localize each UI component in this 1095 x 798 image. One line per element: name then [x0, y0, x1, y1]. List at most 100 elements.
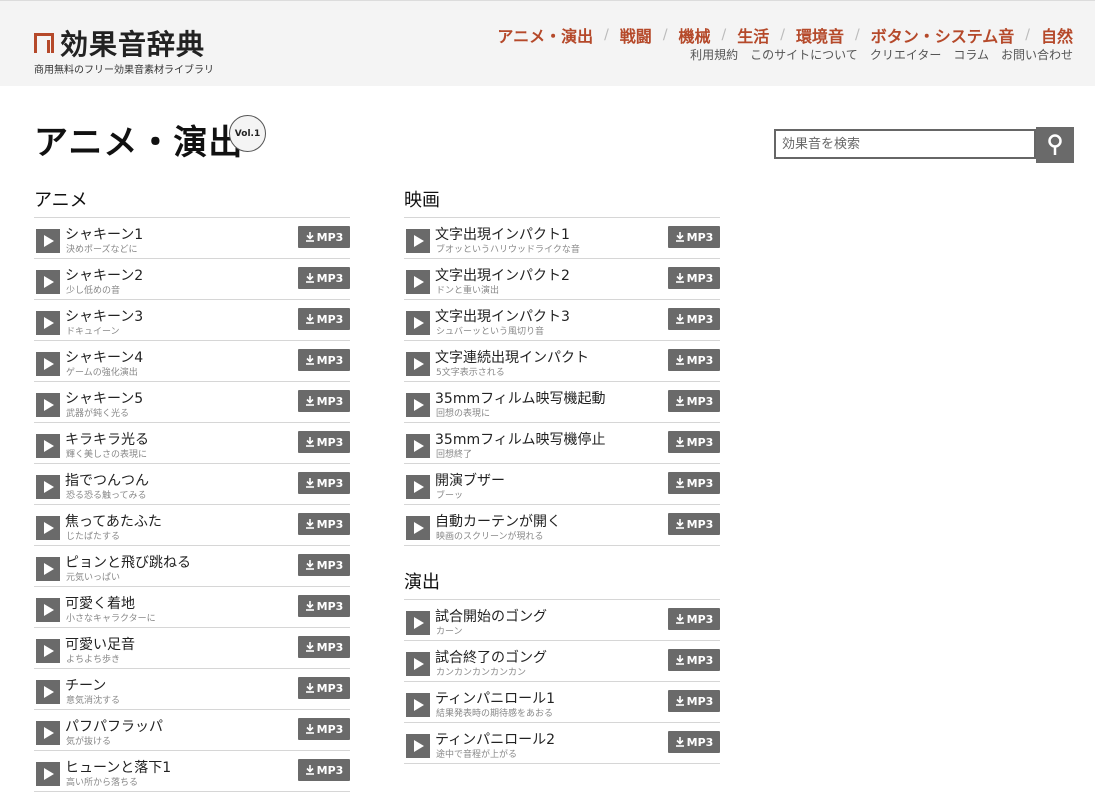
nav-main-item-0[interactable]: アニメ・演出 [497, 23, 593, 47]
sound-name[interactable]: ティンパニロール1 [435, 688, 555, 708]
play-icon[interactable] [406, 611, 430, 635]
download-mp3-button[interactable]: MP3 [298, 513, 350, 535]
sound-name[interactable]: 試合開始のゴング [435, 606, 547, 626]
nav-main-item-6[interactable]: 自然 [1041, 23, 1073, 47]
download-mp3-button[interactable]: MP3 [668, 349, 720, 371]
play-icon[interactable] [406, 693, 430, 717]
download-mp3-button[interactable]: MP3 [668, 226, 720, 248]
nav-sub-item-2[interactable]: クリエイター [870, 46, 942, 63]
download-mp3-button[interactable]: MP3 [668, 267, 720, 289]
sound-name[interactable]: シャキーン3 [65, 306, 143, 326]
play-icon[interactable] [406, 311, 430, 335]
sound-name[interactable]: チーン [65, 675, 106, 695]
play-icon[interactable] [36, 393, 60, 417]
sound-name[interactable]: 試合終了のゴング [435, 647, 547, 667]
play-icon[interactable] [36, 762, 60, 786]
download-mp3-button[interactable]: MP3 [668, 431, 720, 453]
download-icon [305, 314, 314, 324]
download-mp3-button[interactable]: MP3 [298, 267, 350, 289]
download-mp3-button[interactable]: MP3 [668, 731, 720, 753]
sound-name[interactable]: シャキーン2 [65, 265, 143, 285]
play-icon[interactable] [406, 652, 430, 676]
nav-sub-item-3[interactable]: コラム [953, 46, 989, 63]
sound-name[interactable]: 可愛い足音 [65, 634, 135, 654]
download-mp3-button[interactable]: MP3 [668, 608, 720, 630]
download-mp3-button[interactable]: MP3 [668, 690, 720, 712]
sound-name[interactable]: シャキーン4 [65, 347, 143, 367]
search-input[interactable] [774, 129, 1036, 159]
sound-name[interactable]: ティンパニロール2 [435, 729, 555, 749]
nav-main-item-2[interactable]: 機械 [679, 23, 711, 47]
download-mp3-button[interactable]: MP3 [668, 472, 720, 494]
sound-name[interactable]: 開演ブザー [435, 470, 505, 490]
download-mp3-button[interactable]: MP3 [668, 390, 720, 412]
download-mp3-button[interactable]: MP3 [298, 677, 350, 699]
search-button[interactable] [1036, 127, 1074, 163]
play-icon[interactable] [36, 598, 60, 622]
nav-main-item-5[interactable]: ボタン・システム音 [871, 23, 1015, 47]
site-logo[interactable]: 効果音辞典 [34, 23, 205, 63]
nav-main-item-3[interactable]: 生活 [737, 23, 769, 47]
download-mp3-button[interactable]: MP3 [298, 226, 350, 248]
sound-name[interactable]: 指でつんつん [65, 470, 149, 490]
play-icon[interactable] [36, 311, 60, 335]
download-label: MP3 [316, 353, 344, 367]
play-icon[interactable] [36, 475, 60, 499]
play-icon[interactable] [406, 434, 430, 458]
download-mp3-button[interactable]: MP3 [298, 472, 350, 494]
play-icon[interactable] [36, 352, 60, 376]
play-icon[interactable] [36, 680, 60, 704]
play-icon[interactable] [36, 639, 60, 663]
sound-name[interactable]: キラキラ光る [65, 429, 149, 449]
sound-name[interactable]: シャキーン1 [65, 224, 143, 244]
nav-sub-item-1[interactable]: このサイトについて [750, 46, 858, 63]
sound-item: キラキラ光る 輝く美しさの表現に MP3 [34, 423, 350, 464]
play-icon[interactable] [406, 229, 430, 253]
download-mp3-button[interactable]: MP3 [298, 595, 350, 617]
play-icon[interactable] [406, 475, 430, 499]
sound-name[interactable]: 35mmフィルム映写機起動 [435, 388, 606, 408]
nav-sub-item-4[interactable]: お問い合わせ [1001, 46, 1073, 63]
sound-name[interactable]: 自動カーテンが開く [435, 511, 561, 531]
play-icon[interactable] [36, 229, 60, 253]
sound-name[interactable]: ヒューンと落下1 [65, 757, 171, 777]
play-icon[interactable] [36, 516, 60, 540]
download-mp3-button[interactable]: MP3 [668, 513, 720, 535]
sound-name[interactable]: 文字連続出現インパクト [435, 347, 589, 367]
play-icon[interactable] [406, 516, 430, 540]
download-mp3-button[interactable]: MP3 [298, 554, 350, 576]
play-icon[interactable] [36, 434, 60, 458]
left-column: アニメ シャキーン1 決めポーズなどに MP3 シャキーン2 少し低めの音 MP3 シャキーン… [34, 186, 350, 792]
sound-name[interactable]: 可愛く着地 [65, 593, 135, 613]
sound-name[interactable]: 35mmフィルム映写機停止 [435, 429, 606, 449]
sound-name[interactable]: 文字出現インパクト1 [435, 224, 570, 244]
sound-name[interactable]: パフパフラッパ [65, 716, 163, 736]
sound-name[interactable]: ピョンと飛び跳ねる [65, 552, 191, 572]
download-mp3-button[interactable]: MP3 [668, 649, 720, 671]
play-icon[interactable] [36, 270, 60, 294]
sound-name[interactable]: 文字出現インパクト3 [435, 306, 570, 326]
download-icon [305, 560, 314, 570]
download-mp3-button[interactable]: MP3 [298, 718, 350, 740]
download-mp3-button[interactable]: MP3 [298, 636, 350, 658]
play-icon[interactable] [406, 393, 430, 417]
play-icon[interactable] [36, 557, 60, 581]
download-label: MP3 [686, 435, 714, 449]
download-mp3-button[interactable]: MP3 [298, 349, 350, 371]
sound-description: 恐る恐る触ってみる [66, 491, 147, 501]
sound-name[interactable]: 文字出現インパクト2 [435, 265, 570, 285]
download-mp3-button[interactable]: MP3 [298, 759, 350, 781]
nav-main-item-4[interactable]: 環境音 [796, 23, 844, 47]
download-mp3-button[interactable]: MP3 [298, 390, 350, 412]
play-icon[interactable] [406, 734, 430, 758]
sound-name[interactable]: シャキーン5 [65, 388, 143, 408]
sound-name[interactable]: 焦ってあたふた [65, 511, 162, 531]
play-icon[interactable] [406, 352, 430, 376]
nav-main-item-1[interactable]: 戦闘 [620, 23, 652, 47]
nav-sub-item-0[interactable]: 利用規約 [690, 46, 738, 63]
download-mp3-button[interactable]: MP3 [298, 431, 350, 453]
play-icon[interactable] [406, 270, 430, 294]
download-mp3-button[interactable]: MP3 [668, 308, 720, 330]
play-icon[interactable] [36, 721, 60, 745]
download-mp3-button[interactable]: MP3 [298, 308, 350, 330]
